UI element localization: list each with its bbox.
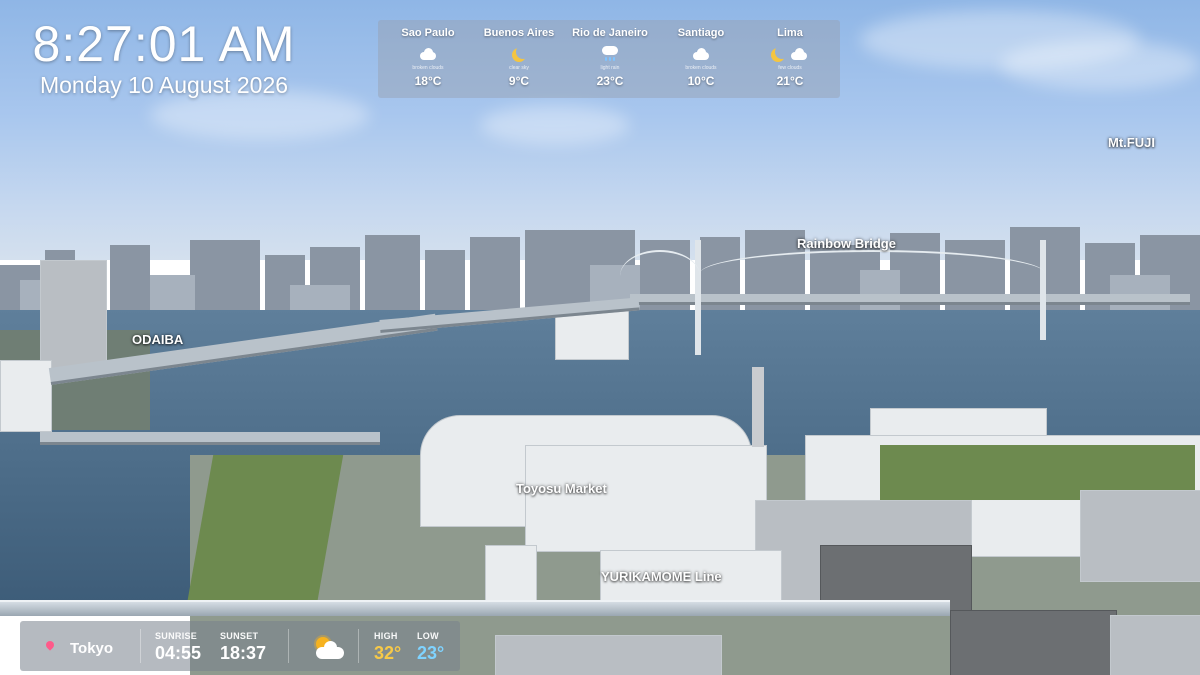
city-condition: few clouds (778, 65, 802, 71)
weather-city-santiago: Santiago broken clouds 10°C (655, 20, 747, 88)
high-temp: 32° (374, 643, 402, 663)
label-toyosu-market: Toyosu Market (516, 481, 607, 496)
bridge-anchorage (555, 310, 629, 360)
building (950, 610, 1117, 675)
label-yurikamome-line: YURIKAMOME Line (601, 569, 722, 584)
building (1110, 615, 1200, 675)
low-label: LOW (417, 631, 439, 641)
local-city-name: Tokyo (70, 640, 114, 657)
city-condition: light rain (600, 65, 620, 71)
sunset-label: SUNSET (220, 631, 259, 641)
park-strip (186, 455, 344, 605)
sun-behind-cloud-icon (312, 635, 346, 661)
label-rainbow-bridge: Rainbow Bridge (797, 236, 896, 251)
location-pin-icon (44, 639, 56, 651)
weather-city-buenos-aires: Buenos Aires clear sky 9°C (473, 20, 565, 88)
building (1080, 490, 1200, 582)
bridge-cable (620, 250, 700, 302)
building (0, 360, 52, 432)
clock-widget: 8:27:01 AM Monday 10 August 2026 (14, 16, 314, 98)
local-weather-bar: Tokyo SUNRISE 04:55 SUNSET 18:37 HIGH 32… (20, 621, 460, 671)
city-name: Sao Paulo (401, 27, 455, 39)
clock-time: 8:27:01 AM (32, 16, 296, 72)
city-condition: broken clouds (412, 65, 444, 71)
yurikamome-track (0, 600, 950, 616)
chimney (752, 367, 764, 447)
sunrise-time: 04:55 (155, 643, 202, 663)
moon-icon (516, 45, 530, 59)
city-temp: 21°C (776, 74, 804, 88)
city-temp: 18°C (414, 74, 442, 88)
rain-icon (600, 46, 620, 62)
weather-city-sao-paulo: Sao Paulo broken clouds 18°C (382, 20, 474, 88)
low-temp: 23° (417, 643, 445, 663)
cloud-icon (691, 48, 711, 60)
city-name: Santiago (677, 27, 725, 39)
cloud-icon (789, 48, 809, 60)
sunrise-label: SUNRISE (155, 631, 198, 641)
sunset-time: 18:37 (220, 643, 267, 663)
world-weather-panel: Sao Paulo broken clouds 18°C Buenos Aire… (378, 20, 840, 98)
cloud-shape (1000, 40, 1200, 90)
city-name: Lima (777, 27, 803, 39)
building (495, 635, 722, 675)
high-label: HIGH (374, 631, 398, 641)
divider (358, 629, 359, 663)
city-temp: 10°C (687, 74, 715, 88)
sunset-block: SUNSET 18:37 (220, 631, 266, 664)
odaiba-tower (40, 260, 107, 372)
moon-icon (775, 45, 789, 59)
divider (288, 629, 289, 663)
city-name: Buenos Aires (483, 27, 555, 39)
cloud-shape (480, 105, 630, 145)
city-name: Rio de Janeiro (572, 27, 648, 39)
weather-city-lima: Lima few clouds 21°C (744, 20, 836, 88)
weather-city-rio-de-janeiro: Rio de Janeiro light rain 23°C (564, 20, 656, 88)
lower-bridge (40, 432, 380, 445)
cloud-icon (418, 48, 438, 60)
label-odaiba: ODAIBA (132, 332, 184, 347)
sunrise-block: SUNRISE 04:55 (155, 631, 201, 664)
market-building (525, 445, 767, 552)
clock-date: Monday 10 August 2026 (39, 72, 289, 98)
label-mt-fuji: Mt.FUJI (1108, 135, 1155, 150)
city-condition: broken clouds (685, 65, 717, 71)
high-temp-block: HIGH 32° (374, 631, 401, 664)
divider (140, 629, 141, 663)
low-temp-block: LOW 23° (417, 631, 444, 664)
city-temp: 9°C (508, 74, 530, 88)
city-condition: clear sky (509, 65, 529, 71)
city-temp: 23°C (596, 74, 624, 88)
bridge-cable (700, 250, 1045, 297)
